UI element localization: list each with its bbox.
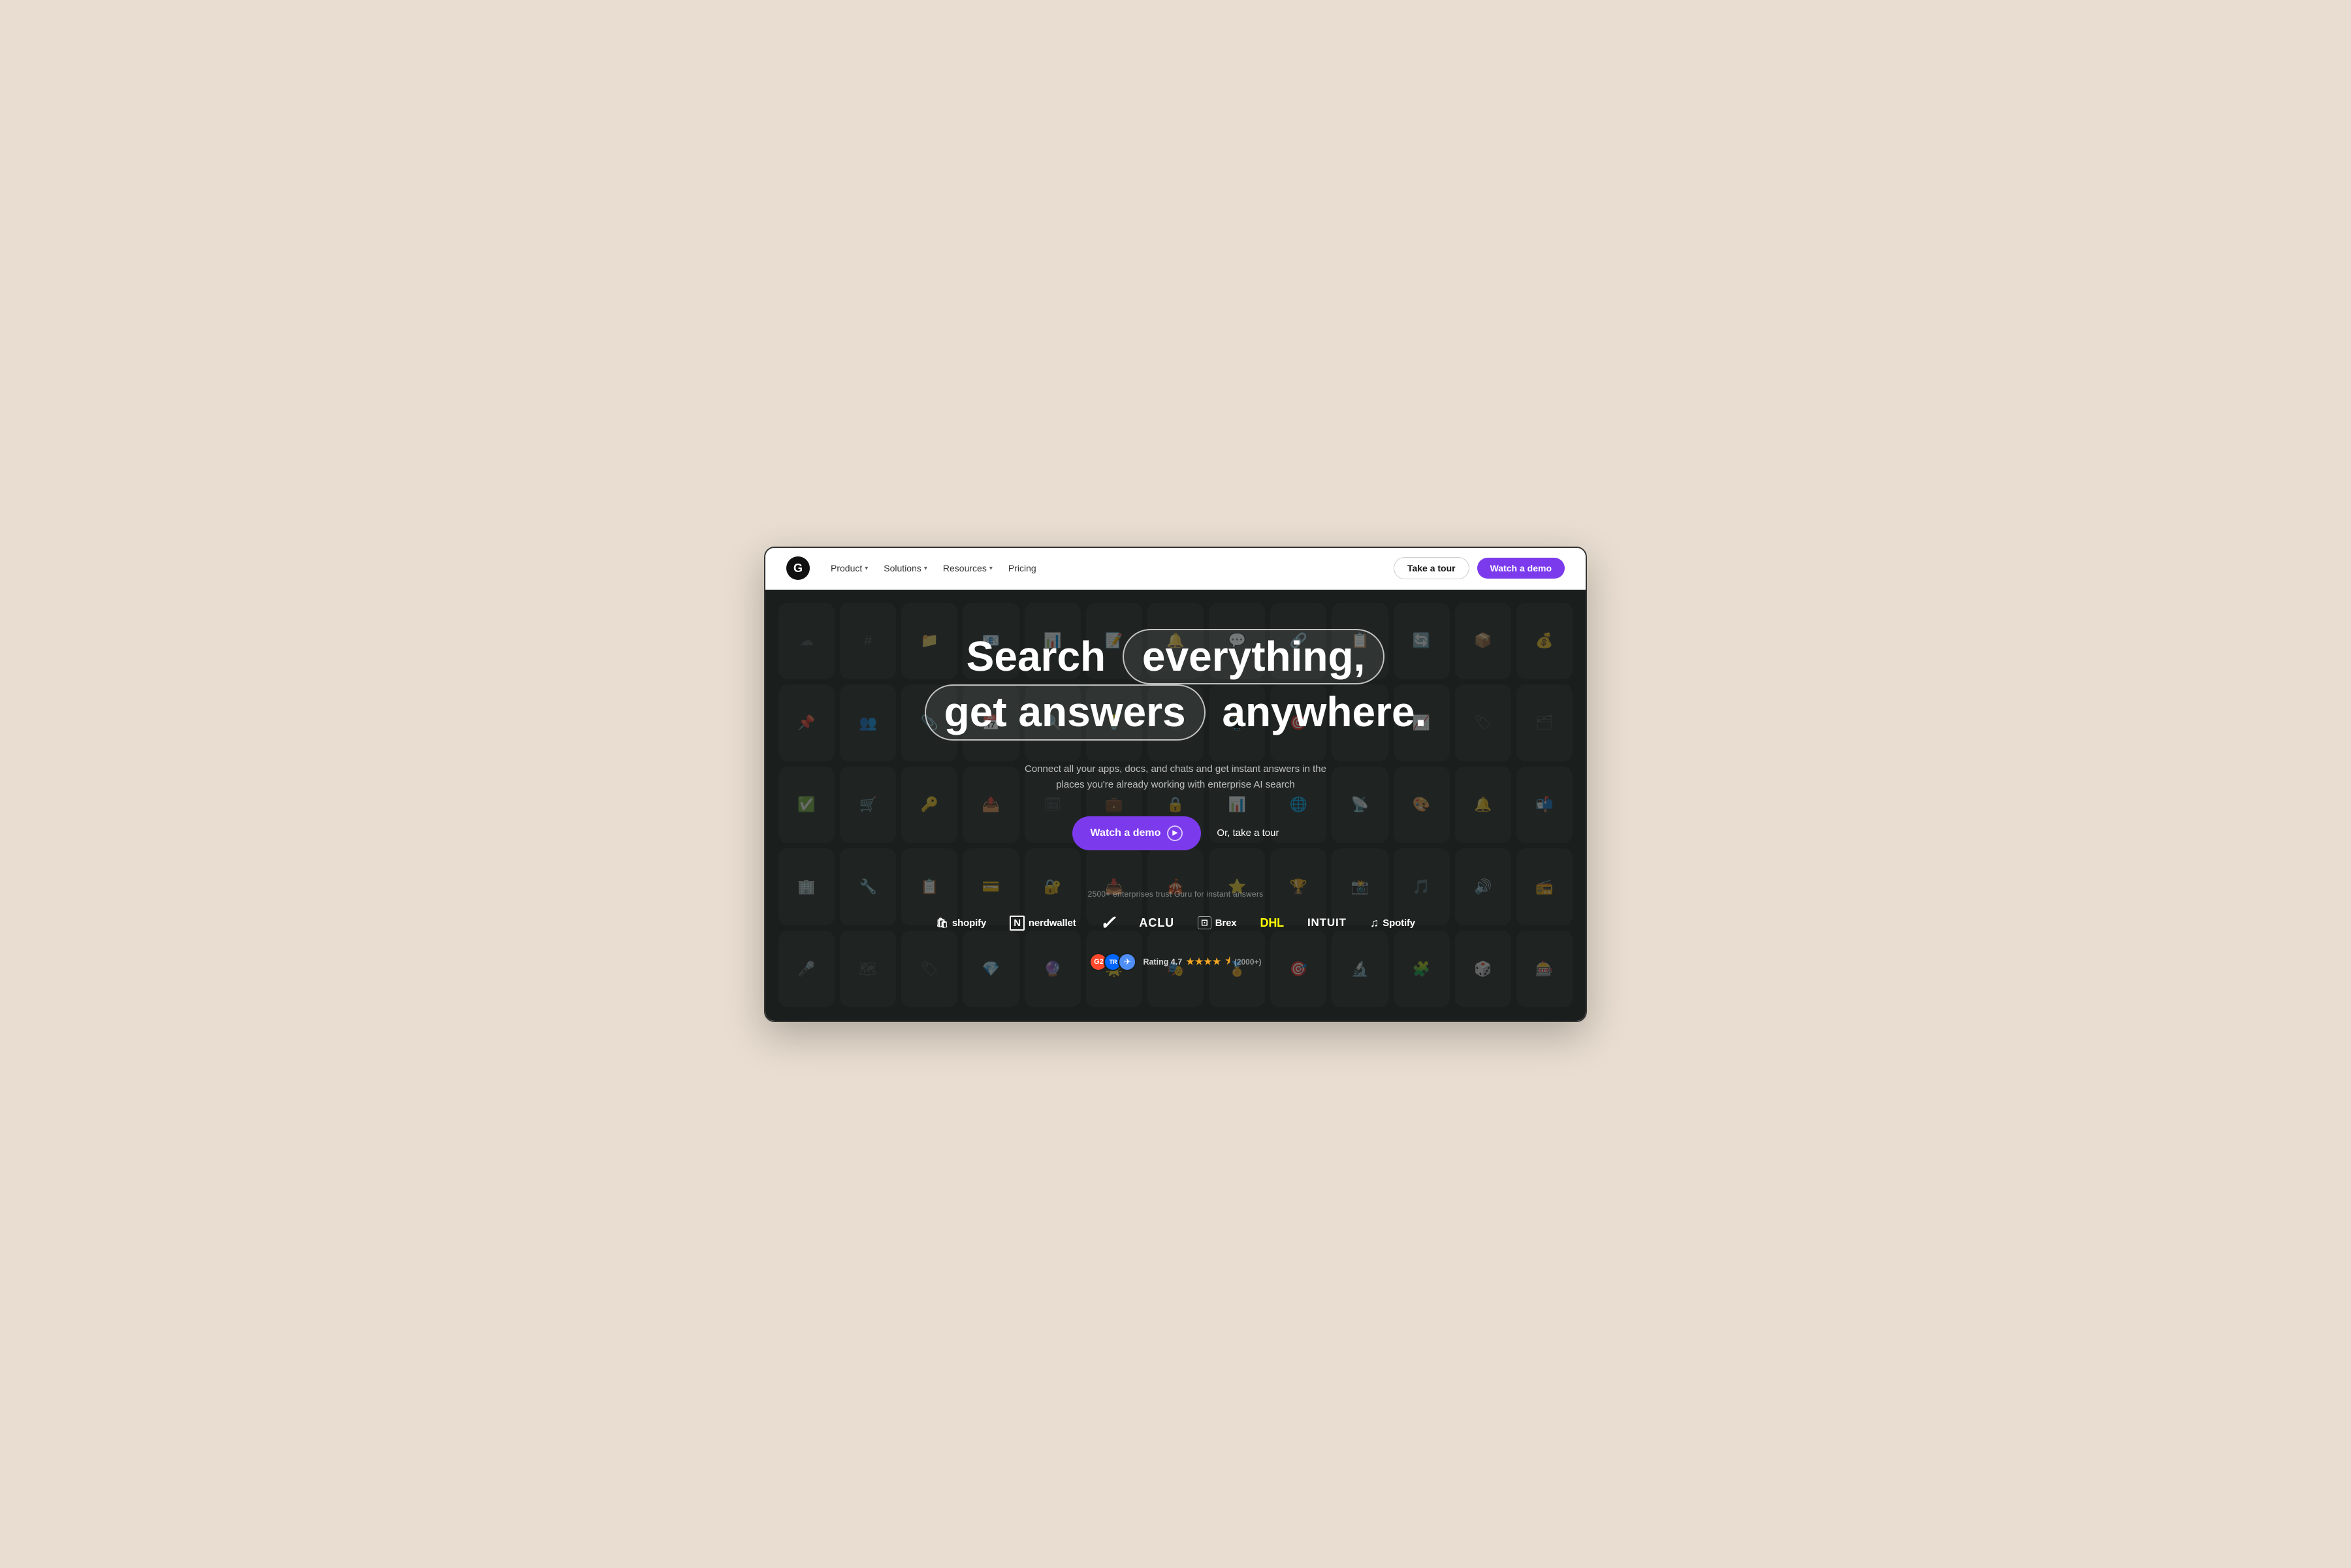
rating-row: G2 TR ✈ Rating 4.7 ★★★★ ⯨ (2000+)	[1089, 953, 1261, 971]
nav-pricing-label: Pricing	[1008, 563, 1036, 573]
hero-line-1: Search everything,	[925, 629, 1427, 685]
brex-icon: ⊡	[1198, 916, 1211, 929]
aclu-logo: ACLU	[1139, 916, 1174, 930]
logo-letter: G	[793, 562, 803, 575]
nav-product-label: Product	[831, 563, 862, 573]
nike-swoosh: ✓	[1100, 912, 1116, 935]
logo[interactable]: G	[786, 556, 810, 580]
browser-window: G Product ▾ Solutions ▾ Resources ▾ Pric…	[764, 547, 1587, 1022]
rating-label: Rating 4.7	[1143, 957, 1182, 967]
nav-links: Product ▾ Solutions ▾ Resources ▾ Pricin…	[831, 563, 1373, 573]
take-tour-button[interactable]: Take a tour	[1394, 557, 1469, 579]
search-text: Search	[967, 633, 1117, 681]
nike-logo: ✓	[1100, 912, 1116, 935]
take-tour-link[interactable]: Or, take a tour	[1217, 827, 1279, 839]
nerdwallet-logo: N nerdwallet	[1010, 916, 1076, 931]
nav-actions: Take a tour Watch a demo	[1394, 557, 1565, 579]
stars-icon: ★★★★	[1186, 956, 1221, 967]
nav-pricing[interactable]: Pricing	[1008, 563, 1036, 573]
rating-badges: G2 TR ✈	[1089, 953, 1136, 971]
trust-section: 2500+ enterprises trust Guru for instant…	[936, 889, 1415, 971]
chevron-down-icon: ▾	[989, 565, 993, 572]
nerdwallet-icon: N	[1010, 916, 1025, 931]
watch-demo-nav-button[interactable]: Watch a demo	[1477, 558, 1565, 579]
aclu-label: ACLU	[1139, 916, 1174, 930]
logos-row: 🛍 shopify N nerdwallet ✓ ACLU ⊡	[936, 912, 1415, 935]
play-icon: ▶	[1167, 825, 1183, 841]
hero-content: Search everything, get answers anywhere.…	[765, 629, 1586, 971]
hero-line-2: get answers anywhere.	[925, 684, 1427, 741]
nav-solutions-label: Solutions	[884, 563, 921, 573]
anywhere-text: anywhere.	[1211, 688, 1427, 737]
hero-headline: Search everything, get answers anywhere.	[925, 629, 1427, 741]
trust-text: 2500+ enterprises trust Guru for instant…	[1088, 889, 1264, 899]
dhl-label: DHL	[1260, 916, 1284, 930]
navbar: G Product ▾ Solutions ▾ Resources ▾ Pric…	[765, 548, 1586, 590]
nav-resources[interactable]: Resources ▾	[943, 563, 993, 573]
intuit-logo: INTUIT	[1307, 916, 1347, 929]
nav-resources-label: Resources	[943, 563, 987, 573]
spotify-logo: ♫ Spotify	[1370, 916, 1415, 930]
brex-logo: ⊡ Brex	[1198, 916, 1237, 929]
spotify-icon: ♫	[1370, 916, 1379, 930]
capterra-badge: ✈	[1118, 953, 1136, 971]
hero-section: ☁#📁📧📊📝🔔💬🔗📋🔄📦💰📌👥📎📅🔍💡🛡📱🎯⚙📈🏷🗂✅🛒🔑📤🗓💼🔒📊🌐📡🎨🔔📬🏢…	[765, 590, 1586, 1021]
shopify-icon: 🛍	[936, 917, 948, 929]
get-answers-pill: get answers	[925, 684, 1206, 741]
chevron-down-icon: ▾	[924, 565, 927, 572]
nav-product[interactable]: Product ▾	[831, 563, 868, 573]
shopify-label: shopify	[952, 918, 986, 929]
intuit-label: INTUIT	[1307, 916, 1347, 929]
hero-subtitle: Connect all your apps, docs, and chats a…	[1019, 761, 1332, 793]
half-star-icon: ⯨	[1225, 954, 1230, 970]
watch-demo-label: Watch a demo	[1091, 827, 1161, 839]
nav-solutions[interactable]: Solutions ▾	[884, 563, 927, 573]
everything-pill: everything,	[1123, 629, 1384, 685]
nerdwallet-label: nerdwallet	[1029, 918, 1076, 929]
shopify-logo: 🛍 shopify	[936, 917, 986, 929]
watch-demo-button[interactable]: Watch a demo ▶	[1072, 816, 1202, 850]
chevron-down-icon: ▾	[865, 565, 868, 572]
hero-cta: Watch a demo ▶ Or, take a tour	[1072, 816, 1279, 850]
review-count: (2000+)	[1234, 957, 1262, 967]
rating-text: Rating 4.7 ★★★★ ⯨ (2000+)	[1143, 954, 1261, 970]
brex-label: Brex	[1215, 918, 1237, 929]
dhl-logo: DHL	[1260, 916, 1284, 930]
spotify-label: Spotify	[1383, 918, 1415, 929]
